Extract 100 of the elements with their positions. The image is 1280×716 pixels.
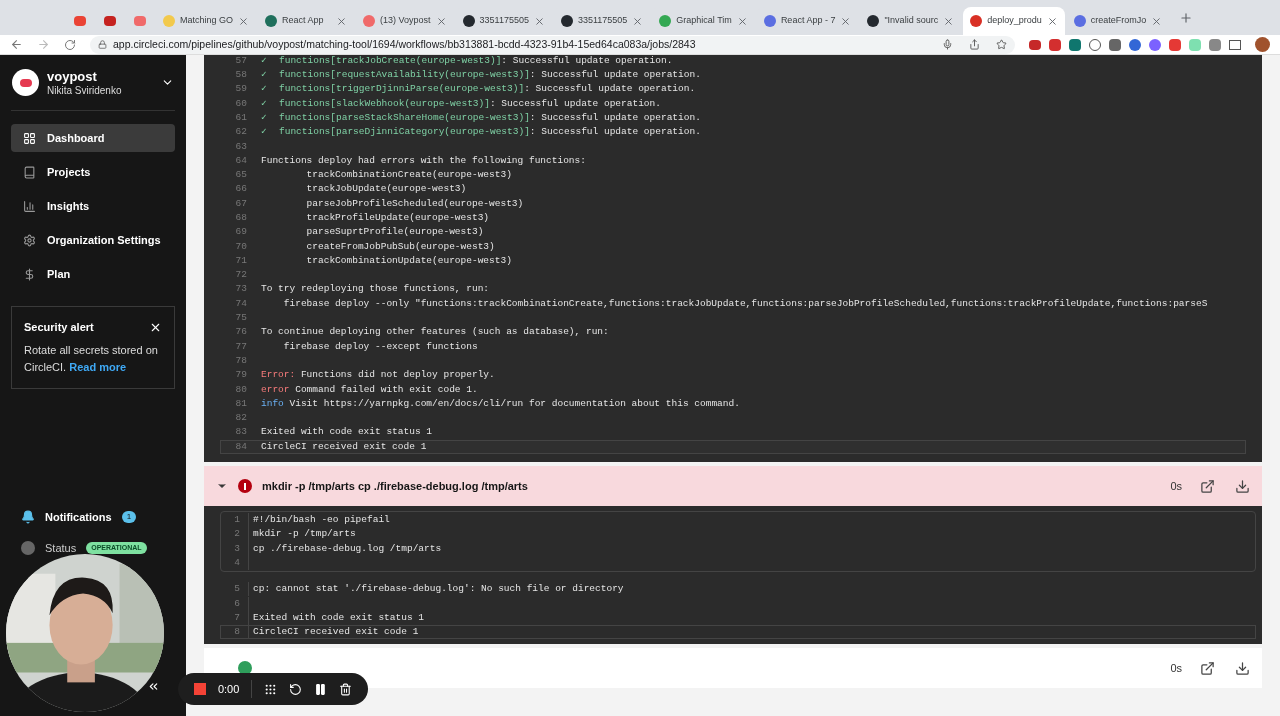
line-number: 68 <box>234 211 248 225</box>
log-text: functions[triggerDjinniParse(europe-west3)]: Successful update operation. <box>279 82 696 97</box>
log-text: Exited with code exit status 1 <box>253 610 425 625</box>
download-icon[interactable] <box>1235 660 1250 676</box>
tab-title: Graphical Tim <box>676 14 732 28</box>
step-duration: 0s <box>1170 661 1182 677</box>
notifications-link[interactable]: Notifications <box>45 509 112 526</box>
collapse-sidebar-icon[interactable] <box>147 680 160 693</box>
log-text: cp: cannot stat './firebase-debug.log': No such file or directory <box>253 582 624 597</box>
log-text: parseSuprtProfile(europe-west3) <box>305 225 484 240</box>
close-tab-icon[interactable] <box>1046 15 1058 27</box>
check-mark: ✓ <box>261 96 268 111</box>
nav-icon <box>23 165 36 179</box>
open-external-icon[interactable] <box>1200 660 1215 676</box>
log-text: firebase deploy --only "functions:trackCombinationCreate,functions:trackJobUpdate,functions:parseJobProfileScheduled,functions:trackProfileUpdate,functions:parseS <box>282 296 1208 311</box>
url-field[interactable]: app.circleci.com/pipelines/github/voypost/matching-tool/1694/workflows/bb313881-bcdd-4323-91b4-15ed64ca083a/jobs/2843 <box>90 35 1015 54</box>
reload-icon[interactable] <box>64 38 76 51</box>
log-text: To try redeploying those functions, run: <box>261 282 490 297</box>
line-number: 65 <box>234 168 248 183</box>
profile-avatar[interactable] <box>1255 37 1270 52</box>
close-tab-icon[interactable] <box>435 15 447 27</box>
notification-count: 1 <box>121 511 137 524</box>
line-number: 81 <box>234 396 248 411</box>
step-header[interactable]: mkdir -p /tmp/arts cp ./firebase-debug.log /tmp/arts 0s <box>204 466 1262 506</box>
nav-icon <box>23 267 36 281</box>
log-text: Exited with code exit status 1 <box>261 425 433 440</box>
nav-item[interactable]: Dashboard <box>11 124 175 152</box>
nav-item[interactable]: Insights <box>11 192 175 220</box>
line-number: 62 <box>234 125 248 140</box>
line-number: 58 <box>234 68 248 82</box>
extensions-drawing[interactable] <box>1029 38 1241 51</box>
bell-icon <box>21 510 35 525</box>
browser-tab[interactable]: deploy_produ <box>963 7 1065 35</box>
undo-icon[interactable] <box>289 682 303 696</box>
share-icon[interactable] <box>969 39 980 50</box>
line-number: 8 <box>221 625 249 640</box>
log-text: trackJobUpdate(europe-west3) <box>305 182 467 197</box>
log-text: functions[slackWebhook(europe-west3)]: Successful update operation. <box>279 96 661 111</box>
line-number: 69 <box>234 225 248 240</box>
alert-title: Security alert <box>24 320 94 335</box>
check-mark: ✓ <box>261 68 268 82</box>
line-number: 76 <box>234 325 248 340</box>
read-more-link[interactable]: Read more <box>69 360 127 373</box>
status-gauge-icon <box>21 540 35 555</box>
line-number: 71 <box>234 253 248 268</box>
line-number: 74 <box>234 296 248 311</box>
close-tab-icon[interactable] <box>736 15 748 27</box>
org-avatar <box>12 69 39 96</box>
delete-icon[interactable] <box>339 682 353 696</box>
log-text: Functions deploy had errors with the following functions: <box>261 153 586 168</box>
close-tab-icon[interactable] <box>1151 15 1163 27</box>
line-number: 2 <box>221 527 249 542</box>
tab-title: 3351175505 <box>479 14 529 28</box>
nav-icon <box>23 199 36 213</box>
line-number: 7 <box>221 610 249 626</box>
log-text: CircleCI received exit code 1 <box>261 439 427 454</box>
nav-item[interactable]: Plan <box>11 260 175 288</box>
line-number: 75 <box>234 311 248 326</box>
tab-title: 3351175505 <box>577 14 628 28</box>
line-number: 3 <box>221 541 249 556</box>
line-number: 64 <box>234 153 248 168</box>
log-text: functions[trackJobCreate(europe-west3)]: Successful update operation. <box>279 53 673 68</box>
line-number: 60 <box>234 96 248 111</box>
line-number: 72 <box>234 268 248 283</box>
line-number: 82 <box>234 411 248 426</box>
close-tab-icon[interactable] <box>336 15 348 27</box>
org-name: voypost <box>47 68 98 84</box>
log-text: trackCombinationCreate(europe-west3) <box>305 168 512 183</box>
close-tab-icon[interactable] <box>943 15 955 27</box>
download-icon[interactable] <box>1235 478 1250 494</box>
script-text: cp ./firebase-debug.log /tmp/arts <box>253 541 442 556</box>
script-text: #!/bin/bash -eo pipefail <box>253 513 390 527</box>
drag-grid-icon[interactable] <box>264 682 278 696</box>
log-text: functions[parseStackShareHome(europe-west3)]: Successful update operation. <box>279 110 701 125</box>
close-tab-icon[interactable] <box>632 15 644 27</box>
check-mark: ✓ <box>261 125 268 140</box>
line-number: 1 <box>221 513 249 528</box>
log-text: error Command failed with exit code 1. <box>261 382 478 397</box>
line-number: 77 <box>234 339 248 354</box>
user-name: Nikita Sviridenko <box>47 84 123 97</box>
close-tab-icon[interactable] <box>840 15 852 27</box>
close-tab-icon[interactable] <box>238 15 250 27</box>
line-number: 4 <box>221 555 249 571</box>
line-number: 84 <box>234 439 248 454</box>
line-number: 73 <box>234 282 248 297</box>
line-number: 66 <box>234 182 248 197</box>
line-number: 80 <box>234 382 248 397</box>
back-icon[interactable] <box>10 38 23 51</box>
open-external-icon[interactable] <box>1200 478 1215 494</box>
microphone-icon[interactable] <box>942 39 953 50</box>
nav-item[interactable]: Projects <box>11 158 175 186</box>
pause-icon[interactable] <box>314 682 328 696</box>
step-title: mkdir -p /tmp/arts cp ./firebase-debug.log /tmp/arts <box>262 478 529 494</box>
log-text: createFromJobPubSub(europe-west3) <box>305 239 495 254</box>
nav-item[interactable]: Organization Settings <box>11 226 175 254</box>
bookmark-star-icon[interactable] <box>996 39 1007 50</box>
close-tab-icon[interactable] <box>533 15 545 27</box>
status-link[interactable]: Status <box>45 539 77 556</box>
line-number: 57 <box>234 53 248 68</box>
nav-icon <box>23 131 36 145</box>
